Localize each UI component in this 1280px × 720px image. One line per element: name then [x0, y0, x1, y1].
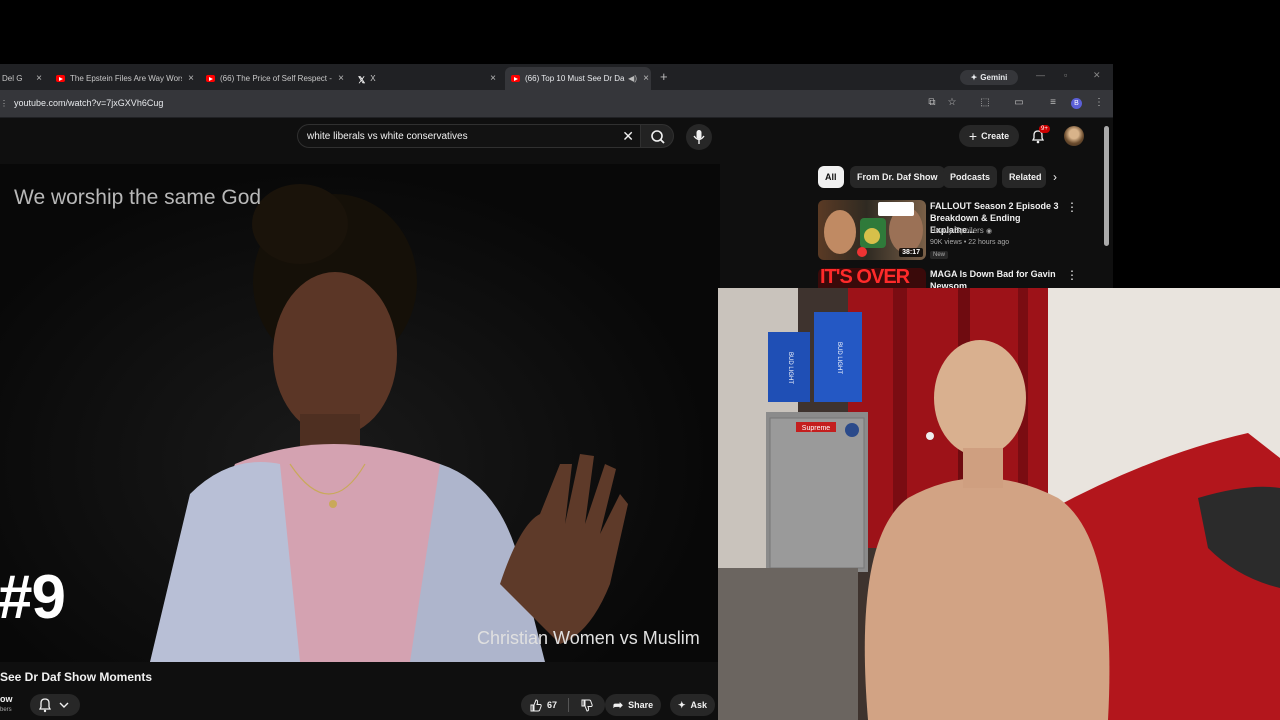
chip-related[interactable]: Related	[1002, 166, 1046, 188]
address-bar: ⋮ youtube.com/watch?v=7jxGXVh6Cug ⧉ ☆ ⬚ …	[0, 90, 1113, 118]
chip-from-channel[interactable]: From Dr. Daf Show	[850, 166, 945, 188]
thumbnail-text: IT'S OVER	[820, 268, 910, 288]
tab-title: (66) Top 10 Must See Dr Da	[525, 74, 625, 83]
gemini-button[interactable]: ✦ Gemini	[960, 70, 1018, 85]
bell-dropdown-icon	[38, 698, 69, 713]
webcam-overlay: BUD LIGHT BUD LIGHT Supreme	[718, 288, 1280, 720]
recommendation-title[interactable]: MAGA Is Down Bad for Gavin Newsom	[930, 268, 1070, 288]
divider	[568, 698, 570, 712]
caption-bottom: Christian Women vs Muslim	[477, 628, 700, 648]
video-thumbnail[interactable]: 38:17	[818, 200, 926, 260]
url-field[interactable]: youtube.com/watch?v=7jxGXVh6Cug	[14, 98, 163, 108]
media-controls-icon[interactable]: ≡	[1047, 97, 1059, 109]
recommendation-channel[interactable]: Heavy Spoilers ◉	[930, 226, 992, 235]
share-arrow-icon: ➦	[613, 698, 624, 712]
like-button[interactable]: 67	[529, 698, 558, 712]
recommendation-item[interactable]: 38:17 FALLOUT Season 2 Episode 3 Breakdo…	[818, 200, 1108, 262]
search-box[interactable]: white liberals vs white conservatives ✕	[297, 124, 640, 148]
more-options-icon[interactable]: ⋮	[1066, 200, 1078, 214]
x-icon: 𝕏	[358, 75, 366, 85]
youtube-icon	[206, 75, 215, 82]
clear-search-icon[interactable]: ✕	[622, 128, 634, 145]
tab-2[interactable]: The Epstein Files Are Way Wors ×	[56, 67, 196, 90]
video-frame-person	[150, 184, 628, 662]
supreme-sticker: Supreme	[802, 425, 831, 432]
channel-name[interactable]: ow	[0, 694, 13, 704]
sidepanel-icon[interactable]: ▭	[1013, 97, 1025, 109]
tab-title: The Epstein Files Are Way Wors	[70, 74, 182, 83]
tab-3[interactable]: (66) The Price of Self Respect - ×	[206, 67, 346, 90]
tab-1[interactable]: Del G ×	[0, 67, 44, 90]
tab-title: X	[370, 74, 376, 83]
gemini-sparkle-icon: ✦	[970, 73, 978, 82]
thumbs-down-icon[interactable]	[580, 699, 593, 712]
screen: Del G × The Epstein Files Are Way Wors ×…	[0, 0, 1280, 720]
speaker-icon[interactable]: ◀)	[628, 74, 637, 83]
channel-name: Heavy Spoilers	[930, 226, 984, 235]
tab-close-icon[interactable]: ×	[186, 73, 196, 84]
more-options-icon[interactable]: ⋮	[1066, 268, 1078, 282]
gemini-label: Gemini	[980, 73, 1008, 82]
cast-icon[interactable]: ⧉	[926, 97, 938, 109]
duration-badge: 38:17	[899, 248, 923, 257]
youtube-icon	[511, 75, 520, 82]
close-window-icon[interactable]: ✕	[1093, 70, 1101, 81]
tab-close-icon[interactable]: ×	[488, 73, 498, 84]
user-avatar[interactable]	[1064, 126, 1084, 146]
verified-icon: ◉	[986, 228, 993, 235]
video-thumbnail[interactable]: IT'S OVER	[818, 268, 926, 288]
bookmark-star-icon[interactable]: ☆	[946, 97, 958, 109]
maximize-icon[interactable]: ▫	[1064, 70, 1067, 80]
youtube-icon	[56, 75, 65, 82]
like-dislike-group: 67	[521, 694, 605, 716]
subscription-bell-button[interactable]	[30, 694, 80, 716]
chip-all[interactable]: All	[818, 166, 844, 188]
tab-4[interactable]: 𝕏 X ×	[358, 67, 498, 90]
recommendation-meta: 90K views • 22 hours ago	[930, 239, 1010, 246]
share-label: Share	[628, 700, 654, 710]
chip-podcasts[interactable]: Podcasts	[943, 166, 998, 188]
search-button[interactable]	[640, 124, 674, 148]
webcam-scene: BUD LIGHT BUD LIGHT Supreme	[718, 288, 1280, 720]
share-button[interactable]: ➦ Share	[605, 694, 662, 716]
profile-avatar[interactable]: B	[1071, 98, 1082, 109]
youtube-header: white liberals vs white conservatives ✕ …	[0, 118, 1113, 156]
like-count: 67	[547, 700, 558, 710]
rank-overlay: #9	[0, 563, 66, 632]
box-label: BUD LIGHT	[836, 342, 842, 374]
plus-icon: +	[968, 128, 978, 144]
notification-count-badge: 9+	[1039, 125, 1050, 133]
site-info-icon[interactable]: ⋮	[0, 99, 8, 108]
caption-top: We worship the same God	[14, 186, 262, 209]
tab-close-icon[interactable]: ×	[641, 73, 651, 84]
thumbs-up-icon	[530, 698, 542, 711]
search-icon	[651, 130, 665, 144]
tab-title: Del G	[2, 74, 23, 83]
create-label: Create	[981, 131, 1010, 141]
tab-strip: Del G × The Epstein Files Are Way Wors ×…	[0, 64, 1113, 90]
sparkle-icon: ✦	[678, 699, 686, 710]
video-title: See Dr Daf Show Moments	[0, 670, 153, 684]
ask-button[interactable]: ✦ Ask	[670, 694, 716, 716]
extensions-icon[interactable]: ⬚	[979, 97, 991, 109]
tab-title: (66) The Price of Self Respect -	[220, 74, 332, 83]
tab-close-icon[interactable]: ×	[336, 73, 346, 84]
recommendation-item[interactable]: IT'S OVER MAGA Is Down Bad for Gavin New…	[818, 268, 1108, 288]
new-tab-button[interactable]: +	[660, 69, 668, 84]
video-player[interactable]: We worship the same God #9 Christian Wom…	[0, 164, 720, 662]
box-label: BUD LIGHT	[787, 352, 793, 384]
new-badge: New	[930, 251, 949, 259]
subscriber-count: bers	[0, 707, 12, 713]
tab-5-active[interactable]: (66) Top 10 Must See Dr Da ◀) ×	[505, 67, 651, 90]
search-input[interactable]: white liberals vs white conservatives	[307, 131, 468, 142]
ask-label: Ask	[690, 700, 708, 710]
chevron-right-icon[interactable]: ›	[1053, 170, 1057, 184]
microphone-icon	[693, 130, 705, 144]
voice-search-button[interactable]	[686, 124, 712, 150]
create-button[interactable]: + Create	[959, 125, 1019, 147]
tab-close-icon[interactable]: ×	[34, 73, 44, 84]
minimize-icon[interactable]: —	[1036, 70, 1045, 80]
menu-kebab-icon[interactable]: ⋮	[1093, 97, 1105, 109]
